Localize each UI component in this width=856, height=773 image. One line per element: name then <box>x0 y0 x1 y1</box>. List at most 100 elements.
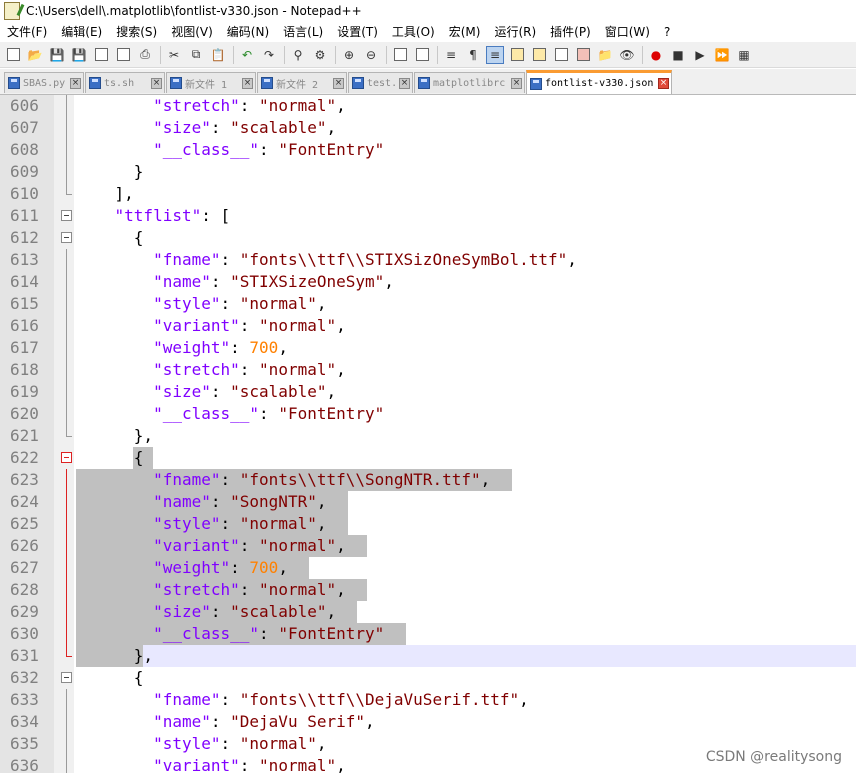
tab-6[interactable]: fontlist-v330.json × <box>526 70 672 94</box>
code-line[interactable]: 617 "weight": 700, <box>0 337 856 359</box>
fold-margin[interactable] <box>54 117 74 139</box>
code-line[interactable]: 625 "style": "normal", <box>0 513 856 535</box>
code-line[interactable]: 620 "__class__": "FontEntry" <box>0 403 856 425</box>
code-line[interactable]: 609 } <box>0 161 856 183</box>
code-line[interactable]: 622 { <box>0 447 856 469</box>
code-line[interactable]: 618 "stretch": "normal", <box>0 359 856 381</box>
code-line[interactable]: 612 { <box>0 227 856 249</box>
close-tab-icon[interactable]: × <box>151 77 162 89</box>
define-language-icon[interactable] <box>508 46 526 64</box>
show-all-chars-icon[interactable]: ¶ <box>464 46 482 64</box>
code-line[interactable]: 630 "__class__": "FontEntry" <box>0 623 856 645</box>
code-line[interactable]: 628 "stretch": "normal", <box>0 579 856 601</box>
close-tab-icon[interactable]: × <box>333 77 344 89</box>
fold-margin[interactable] <box>54 513 74 535</box>
undo-icon[interactable]: ↶ <box>238 46 256 64</box>
fold-margin[interactable] <box>54 623 74 645</box>
code-line[interactable]: 611 "ttflist": [ <box>0 205 856 227</box>
save-all-icon[interactable]: 💾 <box>70 46 88 64</box>
close-tab-icon[interactable]: × <box>658 78 669 89</box>
fold-margin[interactable] <box>54 535 74 557</box>
code-line[interactable]: 616 "variant": "normal", <box>0 315 856 337</box>
close-tab-icon[interactable]: × <box>511 77 522 89</box>
fold-margin[interactable] <box>54 381 74 403</box>
code-line[interactable]: 607 "size": "scalable", <box>0 117 856 139</box>
menu-item[interactable]: 工具(O) <box>385 22 442 42</box>
code-line[interactable]: 623 "fname": "fonts\\ttf\\SongNTR.ttf", <box>0 469 856 491</box>
fold-margin[interactable] <box>54 755 74 773</box>
folder-workspace-icon[interactable]: 📁 <box>596 46 614 64</box>
cut-icon[interactable]: ✂ <box>165 46 183 64</box>
fold-margin[interactable] <box>54 403 74 425</box>
fold-margin[interactable] <box>54 315 74 337</box>
stop-macro-icon[interactable]: ■ <box>669 46 687 64</box>
fold-margin[interactable] <box>54 337 74 359</box>
redo-icon[interactable]: ↷ <box>260 46 278 64</box>
menu-item[interactable]: 编辑(E) <box>54 22 109 42</box>
document-list-icon[interactable] <box>552 46 570 64</box>
tab-3[interactable]: 新文件 2 × <box>257 72 347 93</box>
fold-toggle-icon[interactable] <box>61 232 72 243</box>
close-tab-icon[interactable]: × <box>70 77 81 89</box>
fold-toggle-icon[interactable] <box>61 452 72 463</box>
tab-4[interactable]: test.sh× <box>348 72 413 93</box>
print-icon[interactable]: ⎙ <box>136 46 154 64</box>
find-icon[interactable]: ⚲ <box>289 46 307 64</box>
menu-item[interactable]: 插件(P) <box>543 22 598 42</box>
close-tab-icon[interactable]: × <box>242 77 253 89</box>
code-line[interactable]: 621 }, <box>0 425 856 447</box>
function-list-icon[interactable] <box>574 46 592 64</box>
tab-1[interactable]: ts.sh × <box>85 72 165 93</box>
menu-item[interactable]: 编码(N) <box>220 22 276 42</box>
fold-toggle-icon[interactable] <box>61 210 72 221</box>
code-line[interactable]: 606 "stretch": "normal", <box>0 95 856 117</box>
record-macro-icon[interactable]: ● <box>647 46 665 64</box>
fold-margin[interactable] <box>54 249 74 271</box>
tab-5[interactable]: matplotlibrc × <box>414 72 525 93</box>
code-line[interactable]: 632 { <box>0 667 856 689</box>
menu-item[interactable]: 文件(F) <box>0 22 54 42</box>
menu-item[interactable]: 视图(V) <box>164 22 220 42</box>
code-line[interactable]: 629 "size": "scalable", <box>0 601 856 623</box>
word-wrap-icon[interactable]: ≡ <box>442 46 460 64</box>
sync-horizontal-icon[interactable] <box>413 46 431 64</box>
save-macro-icon[interactable]: ▦ <box>735 46 753 64</box>
code-line[interactable]: 610 ], <box>0 183 856 205</box>
code-line[interactable]: 613 "fname": "fonts\\ttf\\STIXSizOneSymB… <box>0 249 856 271</box>
code-line[interactable]: 626 "variant": "normal", <box>0 535 856 557</box>
code-line[interactable]: 633 "fname": "fonts\\ttf\\DejaVuSerif.tt… <box>0 689 856 711</box>
replace-icon[interactable]: ⚙ <box>311 46 329 64</box>
run-macro-multiple-icon[interactable]: ⏩ <box>713 46 731 64</box>
sync-vertical-icon[interactable] <box>391 46 409 64</box>
fold-margin[interactable] <box>54 469 74 491</box>
zoom-in-icon[interactable]: ⊕ <box>340 46 358 64</box>
play-macro-icon[interactable]: ▶ <box>691 46 709 64</box>
close-all-icon[interactable] <box>114 46 132 64</box>
code-editor[interactable]: 606 "stretch": "normal", 607 "size": "sca… <box>0 95 856 773</box>
menu-item[interactable]: 窗口(W) <box>598 22 657 42</box>
fold-margin[interactable] <box>54 733 74 755</box>
zoom-out-icon[interactable]: ⊖ <box>362 46 380 64</box>
fold-margin[interactable] <box>54 293 74 315</box>
save-icon[interactable]: 💾 <box>48 46 66 64</box>
fold-margin[interactable] <box>54 359 74 381</box>
close-tab-icon[interactable]: × <box>399 77 410 89</box>
copy-icon[interactable]: ⧉ <box>187 46 205 64</box>
code-line[interactable]: 615 "style": "normal", <box>0 293 856 315</box>
code-line[interactable]: 619 "size": "scalable", <box>0 381 856 403</box>
tab-0[interactable]: SBAS.py × <box>4 72 84 93</box>
code-line[interactable]: 634 "name": "DejaVu Serif", <box>0 711 856 733</box>
new-file-icon[interactable] <box>4 46 22 64</box>
monitoring-icon[interactable]: 👁 <box>618 46 636 64</box>
paste-icon[interactable]: 📋 <box>209 46 227 64</box>
open-file-icon[interactable]: 📂 <box>26 46 44 64</box>
menu-item[interactable]: 运行(R) <box>487 22 543 42</box>
code-line[interactable]: 624 "name": "SongNTR", <box>0 491 856 513</box>
indent-guide-icon[interactable]: ≡ <box>486 45 504 64</box>
code-line[interactable]: 627 "weight": 700, <box>0 557 856 579</box>
fold-margin[interactable] <box>54 711 74 733</box>
fold-margin[interactable] <box>54 557 74 579</box>
menu-item[interactable]: ? <box>657 22 677 42</box>
fold-margin[interactable] <box>54 579 74 601</box>
fold-margin[interactable] <box>54 161 74 183</box>
